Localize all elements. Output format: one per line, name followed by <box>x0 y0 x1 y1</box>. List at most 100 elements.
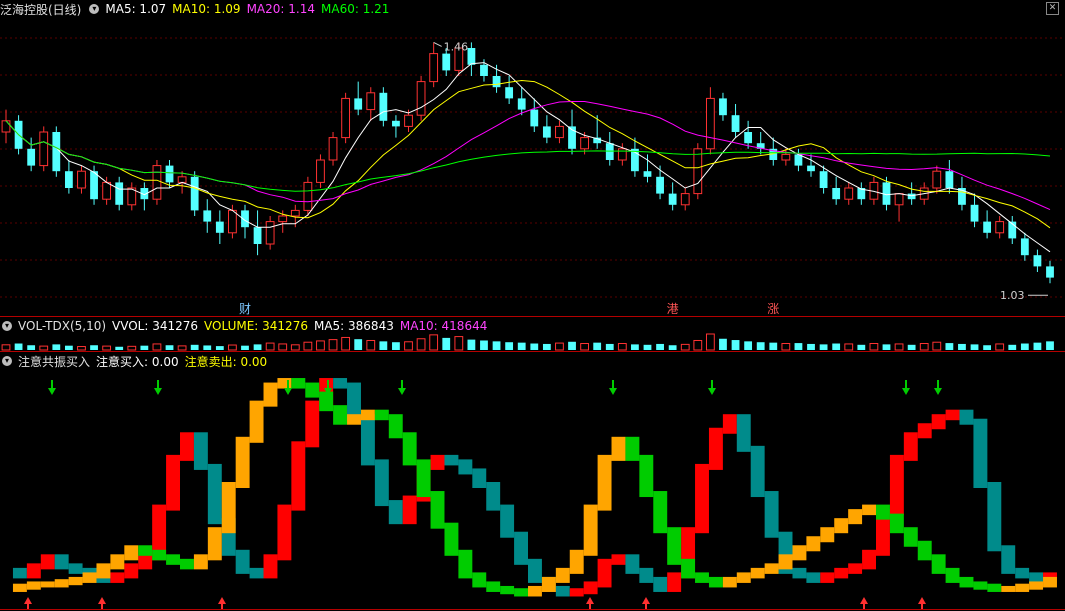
volume-bar <box>580 343 590 351</box>
indicator-step <box>987 583 1002 592</box>
low-price-marker: 1.03 <box>1000 289 1025 302</box>
candle-body <box>680 193 690 206</box>
indicator-step <box>1001 545 1016 574</box>
indicator-step <box>514 531 528 565</box>
vvol-value: VVOL: 341276 <box>112 319 199 333</box>
chevron-down-icon[interactable]: ▾ <box>2 356 12 366</box>
candle-body <box>542 126 551 138</box>
indicator-panel-header: ▾ 注意共振买入 注意买入: 0.00 注意卖出: 0.00 <box>0 353 273 369</box>
volume-bar <box>341 336 351 351</box>
indicator-step <box>973 418 988 488</box>
volume-bar <box>932 341 942 351</box>
candle-body <box>467 48 476 65</box>
indicator-step <box>555 585 570 597</box>
volume-bar <box>442 337 451 350</box>
candle-body <box>392 120 400 127</box>
indicator-step <box>360 409 375 421</box>
volume-bar <box>140 345 149 350</box>
volume-bar <box>253 344 262 350</box>
candle-body <box>693 148 703 195</box>
candle-body <box>492 76 501 88</box>
volume-ma10-value: MA10: 418644 <box>399 319 488 333</box>
candle-body <box>668 193 677 205</box>
event-label[interactable]: 财 <box>239 302 251 316</box>
indicator-step <box>722 576 737 588</box>
candle-body <box>970 204 979 222</box>
indicator-step <box>235 549 250 574</box>
candle-body <box>253 227 262 244</box>
candle-body <box>303 181 313 211</box>
volume-bar <box>731 340 740 350</box>
volume-bar <box>404 341 413 351</box>
volume-bar <box>1033 342 1042 350</box>
volume-bar <box>705 333 715 351</box>
buy-arrow <box>918 597 926 604</box>
volume-bar <box>14 343 23 350</box>
volume-bar <box>907 344 916 350</box>
buy-arrow <box>24 597 32 604</box>
candle-body <box>215 221 224 233</box>
volume-bars <box>1 333 1054 351</box>
indicator-step <box>458 459 473 475</box>
indicator-step <box>611 554 626 565</box>
indicator-step <box>124 545 139 561</box>
volume-bar <box>970 344 979 350</box>
volume-bar <box>290 344 300 351</box>
volume-bar <box>152 343 162 351</box>
indicator-step <box>903 527 918 547</box>
volume-bar <box>228 344 237 351</box>
indicator-step <box>514 588 528 597</box>
ma5-line <box>5 62 1051 253</box>
indicator-step <box>416 459 431 498</box>
indicator-title: 注意共振买入 <box>18 354 91 369</box>
ma20-line <box>5 101 1051 211</box>
candle-body <box>894 193 904 206</box>
sell-arrow <box>934 388 942 395</box>
moving-average-lines <box>5 41 1051 296</box>
candle-body <box>77 170 86 189</box>
indicator-step <box>166 454 180 511</box>
candle-body <box>643 171 652 177</box>
candle-body <box>517 98 526 110</box>
indicator-step <box>360 414 375 466</box>
event-label[interactable]: 港 <box>667 302 679 316</box>
volume-bar <box>416 338 426 351</box>
indicator-step <box>778 554 793 570</box>
indicator-step <box>820 527 835 543</box>
candle-body <box>819 171 828 188</box>
volume-bar <box>882 344 891 350</box>
volume-bar <box>794 343 803 350</box>
volume-bar <box>115 346 124 350</box>
volume-bar <box>756 342 765 350</box>
volume-bar <box>52 344 61 350</box>
volume-bar <box>1046 341 1054 350</box>
candle-body <box>705 97 715 150</box>
bottom-border <box>0 609 1065 610</box>
buy-arrow <box>860 597 868 604</box>
candle-body <box>278 215 288 223</box>
indicator-step <box>931 554 946 574</box>
indicator-step <box>583 581 598 595</box>
volume-bar <box>77 346 86 351</box>
candle-body <box>744 132 753 144</box>
chevron-down-icon[interactable]: ▾ <box>2 321 12 331</box>
indicator-step <box>653 576 668 592</box>
indicator-step <box>569 549 584 574</box>
candle-body <box>555 125 564 139</box>
indicator-step <box>820 572 835 583</box>
indicator-step <box>444 454 459 466</box>
volume-bar <box>215 346 224 350</box>
candle-body <box>832 188 841 200</box>
indicator-step <box>249 400 264 443</box>
candle-body <box>580 137 590 150</box>
event-label[interactable]: 涨 <box>767 301 779 316</box>
indicator-step <box>12 583 27 592</box>
indicator-step <box>987 482 1002 552</box>
volume-bar <box>995 343 1005 351</box>
indicator-step <box>806 536 821 552</box>
candle-body <box>907 193 916 200</box>
indicator-step <box>26 563 41 579</box>
sell-arrow <box>708 388 716 395</box>
indicator-step <box>388 414 403 439</box>
volume-bar <box>857 344 866 350</box>
